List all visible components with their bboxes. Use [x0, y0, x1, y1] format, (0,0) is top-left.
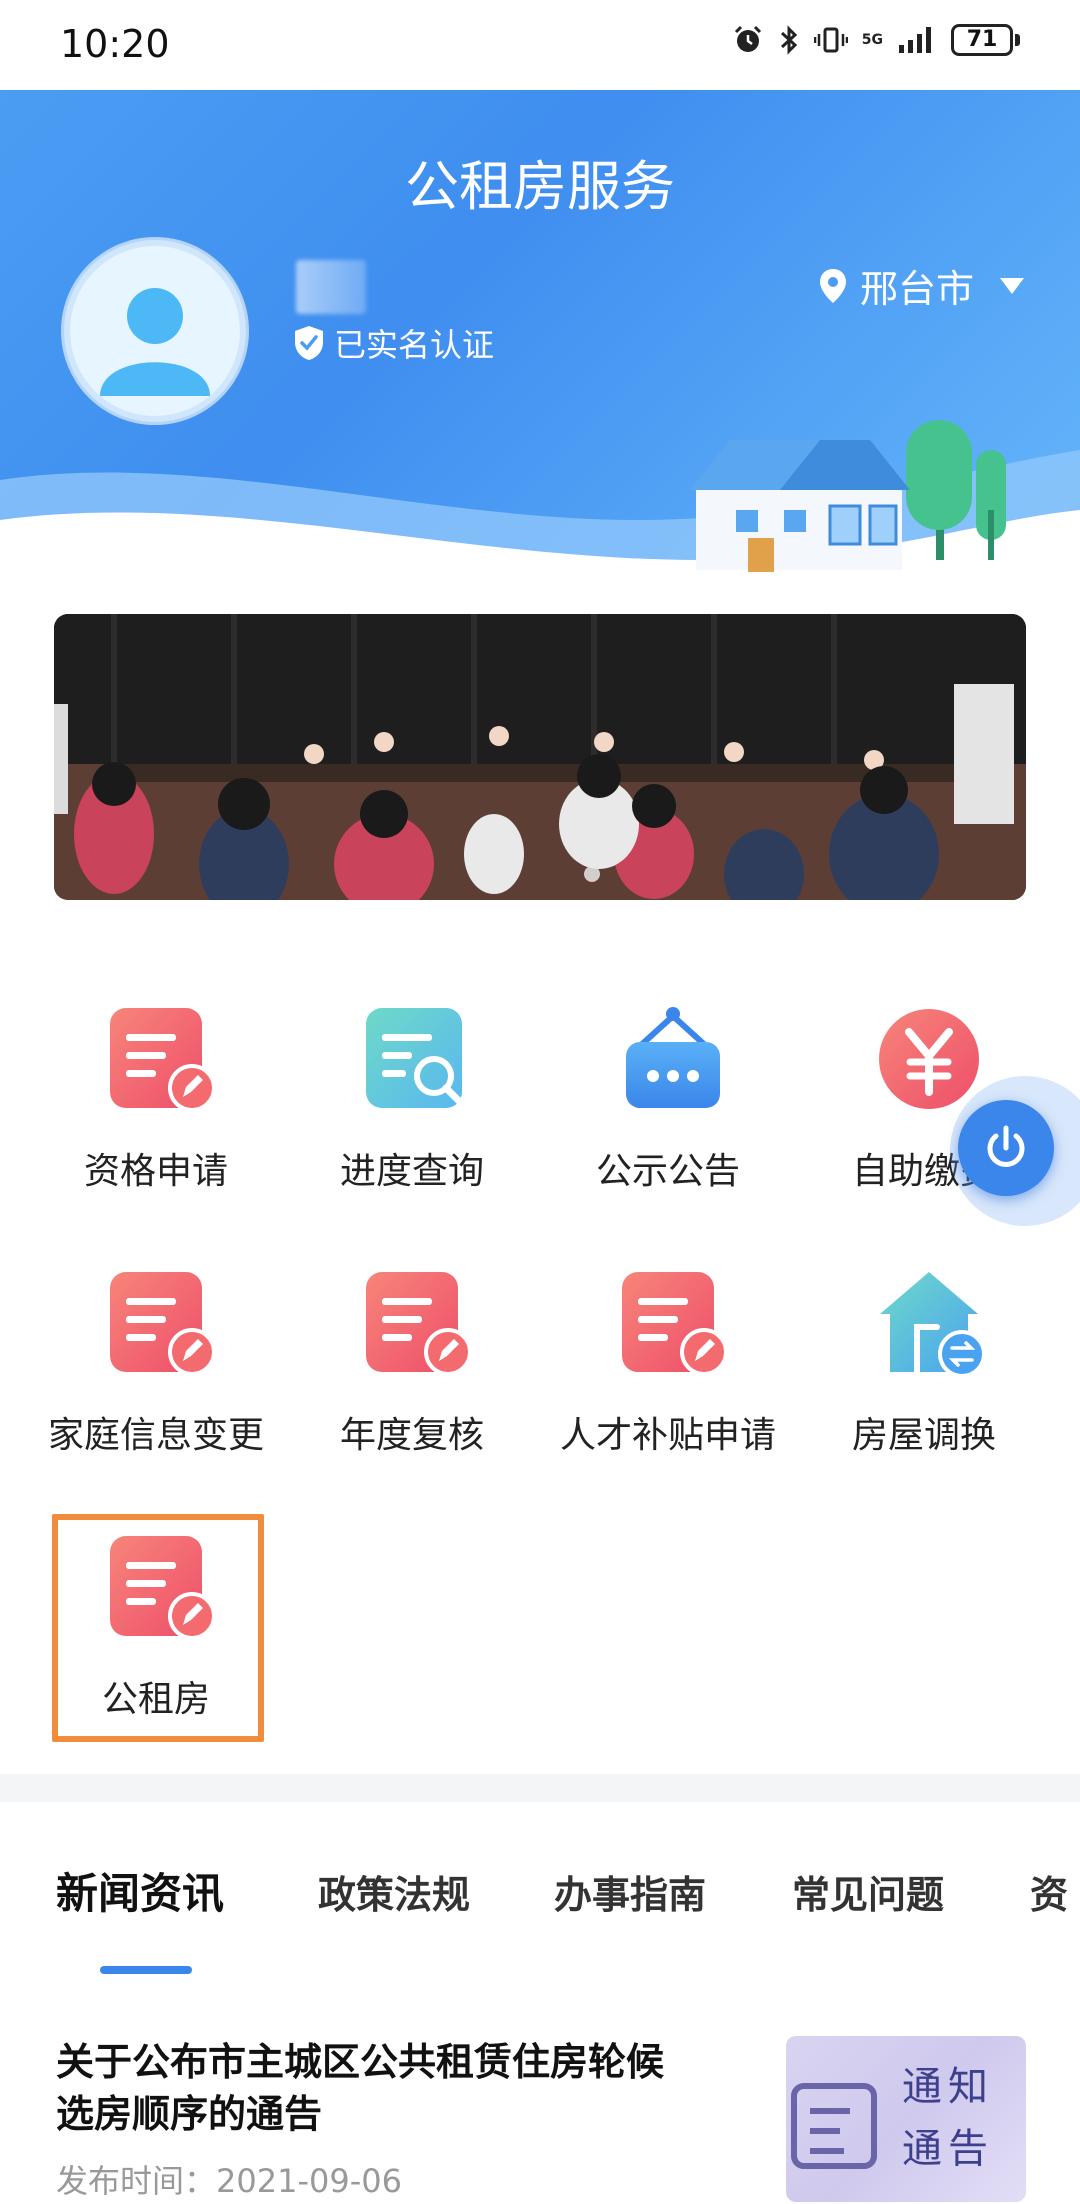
grid-item-label: 进度查询: [339, 1151, 484, 1192]
grid-item-label: 资格申请: [83, 1151, 228, 1192]
header: 公租房服务 已实名认证 邢台市: [0, 90, 1080, 590]
search-list-icon: [366, 1008, 464, 1108]
tab-more[interactable]: 资: [1030, 1864, 1068, 1919]
signal-icon: [899, 27, 931, 53]
selection-highlight: [52, 1514, 264, 1742]
status-icons: 5G 71: [732, 24, 1020, 56]
form-edit-icon: [366, 1272, 472, 1376]
verified-badge: 已实名认证: [292, 320, 494, 366]
yuan-icon: [879, 1009, 979, 1109]
carousel-indicator[interactable]: [584, 866, 600, 882]
news-title: 关于公布市主城区公共租赁住房轮候选房顺序的通告: [56, 2040, 665, 2136]
tab-policy[interactable]: 政策法规: [318, 1864, 470, 1919]
avatar[interactable]: [64, 240, 246, 422]
power-icon: [987, 1125, 1025, 1167]
thumbnail-text: 通知通告: [902, 2064, 994, 2172]
header-illustration: [0, 420, 1080, 590]
tab-news[interactable]: 新闻资讯: [56, 1860, 224, 1921]
page-title: 公租房服务: [405, 155, 675, 218]
grid-item-label: 家庭信息变更: [47, 1415, 264, 1456]
verified-label: 已实名认证: [334, 326, 495, 364]
status-bar: 10:20 5G 71: [0, 0, 1080, 90]
banner-carousel[interactable]: [54, 614, 1026, 900]
grid-item-label: 房屋调换: [851, 1415, 996, 1456]
vibrate-icon: [813, 27, 848, 53]
grid-item-talent-subsidy[interactable]: 人才补贴申请: [540, 1254, 796, 1484]
banner-image: [54, 614, 1026, 900]
chevron-down-icon: [1000, 277, 1024, 294]
notice-board-icon: [626, 1007, 720, 1108]
floating-power-button[interactable]: [958, 1100, 1054, 1196]
news-thumbnail: 通知通告: [786, 2036, 1026, 2202]
grid-item-progress-query[interactable]: 进度查询: [284, 990, 540, 1220]
user-icon: [100, 288, 210, 396]
grid-item-public-notice[interactable]: 公示公告: [540, 990, 796, 1220]
alarm-icon: [734, 25, 761, 52]
active-tab-indicator: [100, 1966, 192, 1974]
news-tabs: 新闻资讯 政策法规 办事指南 常见问题 资: [0, 1860, 1080, 1974]
form-edit-icon: [622, 1272, 728, 1376]
news-date: 发布时间：2021-09-06: [56, 2162, 402, 2200]
location-pin-icon: [819, 268, 846, 303]
shield-check-icon: [295, 326, 323, 360]
tab-faq[interactable]: 常见问题: [792, 1864, 944, 1919]
tab-guide[interactable]: 办事指南: [554, 1864, 706, 1919]
battery-level: 71: [951, 24, 1013, 56]
grid-item-qualification-apply[interactable]: 资格申请: [28, 990, 284, 1220]
form-edit-icon: [110, 1008, 216, 1112]
city-name: 邢台市: [859, 267, 974, 311]
network-type: 5G: [861, 32, 883, 48]
section-divider: [0, 1774, 1080, 1802]
grid-item-label: 公示公告: [595, 1151, 740, 1192]
grid-item-label: 人才补贴申请: [559, 1415, 776, 1456]
city-selector[interactable]: 邢台市: [818, 258, 1024, 313]
grid-item-family-info-change[interactable]: 家庭信息变更: [28, 1254, 284, 1484]
grid-item-label: 年度复核: [339, 1415, 484, 1456]
form-edit-icon: [110, 1272, 216, 1376]
grid-item-house-swap[interactable]: 房屋调换: [796, 1254, 1052, 1484]
bluetooth-icon: [780, 25, 797, 55]
grid-item-annual-review[interactable]: 年度复核: [284, 1254, 540, 1484]
house-swap-icon: [880, 1272, 984, 1378]
battery-icon: 71: [951, 24, 1020, 56]
status-time: 10:20: [60, 22, 170, 66]
user-name-masked: [296, 260, 366, 314]
